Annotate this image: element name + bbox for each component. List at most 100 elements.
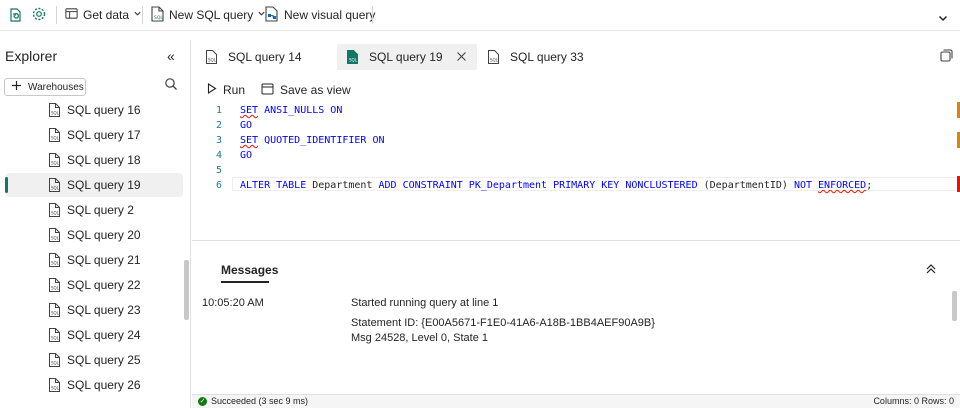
toolbar-separator: [56, 6, 57, 24]
columns-count: Columns: 0: [873, 396, 919, 406]
warehouses-button[interactable]: Warehouses: [4, 78, 86, 96]
sql-file-icon: SQL: [48, 353, 61, 370]
tree-item-label: SQL query 2: [67, 203, 134, 217]
svg-text:SQL: SQL: [51, 161, 60, 166]
tab-label: SQL query 14: [228, 50, 302, 64]
tree-item-sql-query-17[interactable]: SQL SQL query 17: [5, 123, 183, 147]
tree-item-sql-query-22[interactable]: SQL SQL query 22: [5, 273, 183, 297]
sql-code-editor[interactable]: 1 2 3 4 5 6 SET ANSI_NULLS ON GO SET QUO…: [192, 102, 960, 242]
toolbar-separator: [142, 6, 143, 24]
code-line-1: SET ANSI_NULLS ON: [240, 105, 342, 116]
tree-item-sql-query-16[interactable]: SQL SQL query 16: [5, 98, 183, 122]
line-number: 6: [215, 180, 222, 191]
messages-scrollbar[interactable]: [952, 291, 957, 321]
sql-file-icon: SQL: [48, 378, 61, 395]
keyword: GO: [240, 150, 253, 161]
new-sql-query-button[interactable]: SQL New SQL query: [150, 5, 266, 25]
query-tabs: SQL SQL query 14 SQL SQL query 19 SQL SQ…: [192, 40, 960, 74]
get-data-button[interactable]: Get data: [64, 5, 142, 25]
save-as-view-button[interactable]: Save as view: [261, 82, 351, 98]
status-bar: ✓ Succeeded (3 sec 9 ms) Columns: 0 Rows…: [192, 394, 960, 408]
refresh-icon[interactable]: [8, 7, 24, 26]
status-left: ✓ Succeeded (3 sec 9 ms): [198, 396, 308, 406]
tree-item-label: SQL query 20: [67, 228, 141, 242]
sql-file-icon: SQL: [48, 153, 61, 170]
tree-item-sql-query-2[interactable]: SQL SQL query 2: [5, 198, 183, 222]
new-sql-query-label: New SQL query: [169, 8, 254, 22]
sql-file-icon: SQL: [48, 253, 61, 270]
tree-item-label: SQL query 18: [67, 153, 141, 167]
keyword: GO: [240, 120, 253, 131]
sql-file-icon: SQL: [48, 103, 61, 120]
identifier: PK_Department: [468, 180, 548, 191]
svg-text:SQL: SQL: [154, 15, 163, 21]
toolbar-separator: [372, 6, 373, 24]
keyword: ALTER TABLE: [240, 180, 313, 191]
keyword: ADD CONSTRAINT: [372, 180, 469, 191]
line-number: 2: [215, 120, 222, 131]
keyword: NOT: [787, 180, 819, 191]
expand-ribbon-chevron-icon[interactable]: [937, 12, 949, 27]
sql-file-icon: SQL: [48, 328, 61, 345]
visual-query-icon: [264, 5, 280, 25]
line-number: 1: [215, 105, 222, 116]
sql-file-icon: SQL: [48, 228, 61, 245]
message-text: Statement ID: {E00A5671-F1E0-41A6-A18B-1…: [351, 317, 655, 329]
svg-text:SQL: SQL: [51, 386, 60, 391]
line-number: 4: [215, 150, 222, 161]
tab-sql-query-19[interactable]: SQL SQL query 19: [337, 44, 477, 70]
tab-sql-query-14[interactable]: SQL SQL query 14: [196, 44, 336, 70]
new-visual-query-button[interactable]: New visual query: [264, 5, 375, 25]
keyword: SET: [240, 135, 259, 146]
svg-text:SQL: SQL: [51, 236, 60, 241]
rows-count: Rows: 0: [921, 396, 954, 406]
close-tab-icon[interactable]: [456, 48, 467, 65]
sql-file-icon: SQL: [487, 50, 500, 67]
tree-item-sql-query-23[interactable]: SQL SQL query 23: [5, 298, 183, 322]
database-icon: [64, 6, 79, 24]
tree-item-sql-query-19[interactable]: SQL SQL query 19: [5, 173, 183, 197]
keyword: QUOTED_IDENTIFIER ON: [258, 135, 385, 146]
success-check-icon: ✓: [198, 396, 207, 406]
code-line-2: GO: [240, 120, 252, 131]
tab-sql-query-33[interactable]: SQL SQL query 33: [478, 44, 618, 70]
settings-gear-icon[interactable]: [31, 6, 47, 25]
message-timestamp: 10:05:20 AM: [202, 297, 264, 309]
sql-file-icon: SQL: [48, 303, 61, 320]
collapse-panel-icon[interactable]: [925, 262, 937, 278]
line-number: 5: [215, 165, 222, 176]
svg-text:SQL: SQL: [51, 186, 60, 191]
identifier: Department: [312, 180, 373, 191]
search-icon[interactable]: [164, 77, 178, 94]
svg-text:SQL: SQL: [51, 261, 60, 266]
collapse-explorer-button[interactable]: «: [167, 48, 175, 64]
sql-file-icon: SQL: [48, 203, 61, 220]
svg-text:SQL: SQL: [490, 58, 499, 63]
tree-item-label: SQL query 19: [67, 178, 141, 192]
tree-item-label: SQL query 16: [67, 103, 141, 117]
explorer-title: Explorer: [5, 48, 58, 64]
save-as-view-label: Save as view: [280, 83, 351, 97]
tree-item-sql-query-18[interactable]: SQL SQL query 18: [5, 148, 183, 172]
tree-item-label: SQL query 24: [67, 328, 141, 342]
sql-file-icon: SQL: [48, 128, 61, 145]
tree-item-sql-query-25[interactable]: SQL SQL query 25: [5, 348, 183, 372]
tree-item-sql-query-20[interactable]: SQL SQL query 20: [5, 223, 183, 247]
save-view-icon: [261, 83, 274, 98]
sql-file-icon: SQL: [48, 278, 61, 295]
explorer-scrollbar[interactable]: [184, 260, 189, 320]
tab-label: SQL query 19: [369, 50, 443, 64]
new-visual-query-label: New visual query: [284, 8, 376, 22]
tree-item-sql-query-26[interactable]: SQL SQL query 26: [5, 373, 183, 397]
run-button[interactable]: Run: [207, 82, 245, 98]
messages-tab[interactable]: Messages: [221, 263, 278, 277]
keyword: SET: [240, 105, 259, 116]
messages-panel: Messages 10:05:20 AM Started running que…: [192, 240, 960, 394]
restore-window-icon[interactable]: [940, 49, 953, 65]
tree-item-sql-query-24[interactable]: SQL SQL query 24: [5, 323, 183, 347]
punctuation: ;: [866, 180, 873, 191]
active-tab-indicator: [221, 281, 269, 283]
keyword: ANSI_NULLS ON: [258, 105, 343, 116]
svg-text:SQL: SQL: [51, 286, 60, 291]
tree-item-sql-query-21[interactable]: SQL SQL query 21: [5, 248, 183, 272]
